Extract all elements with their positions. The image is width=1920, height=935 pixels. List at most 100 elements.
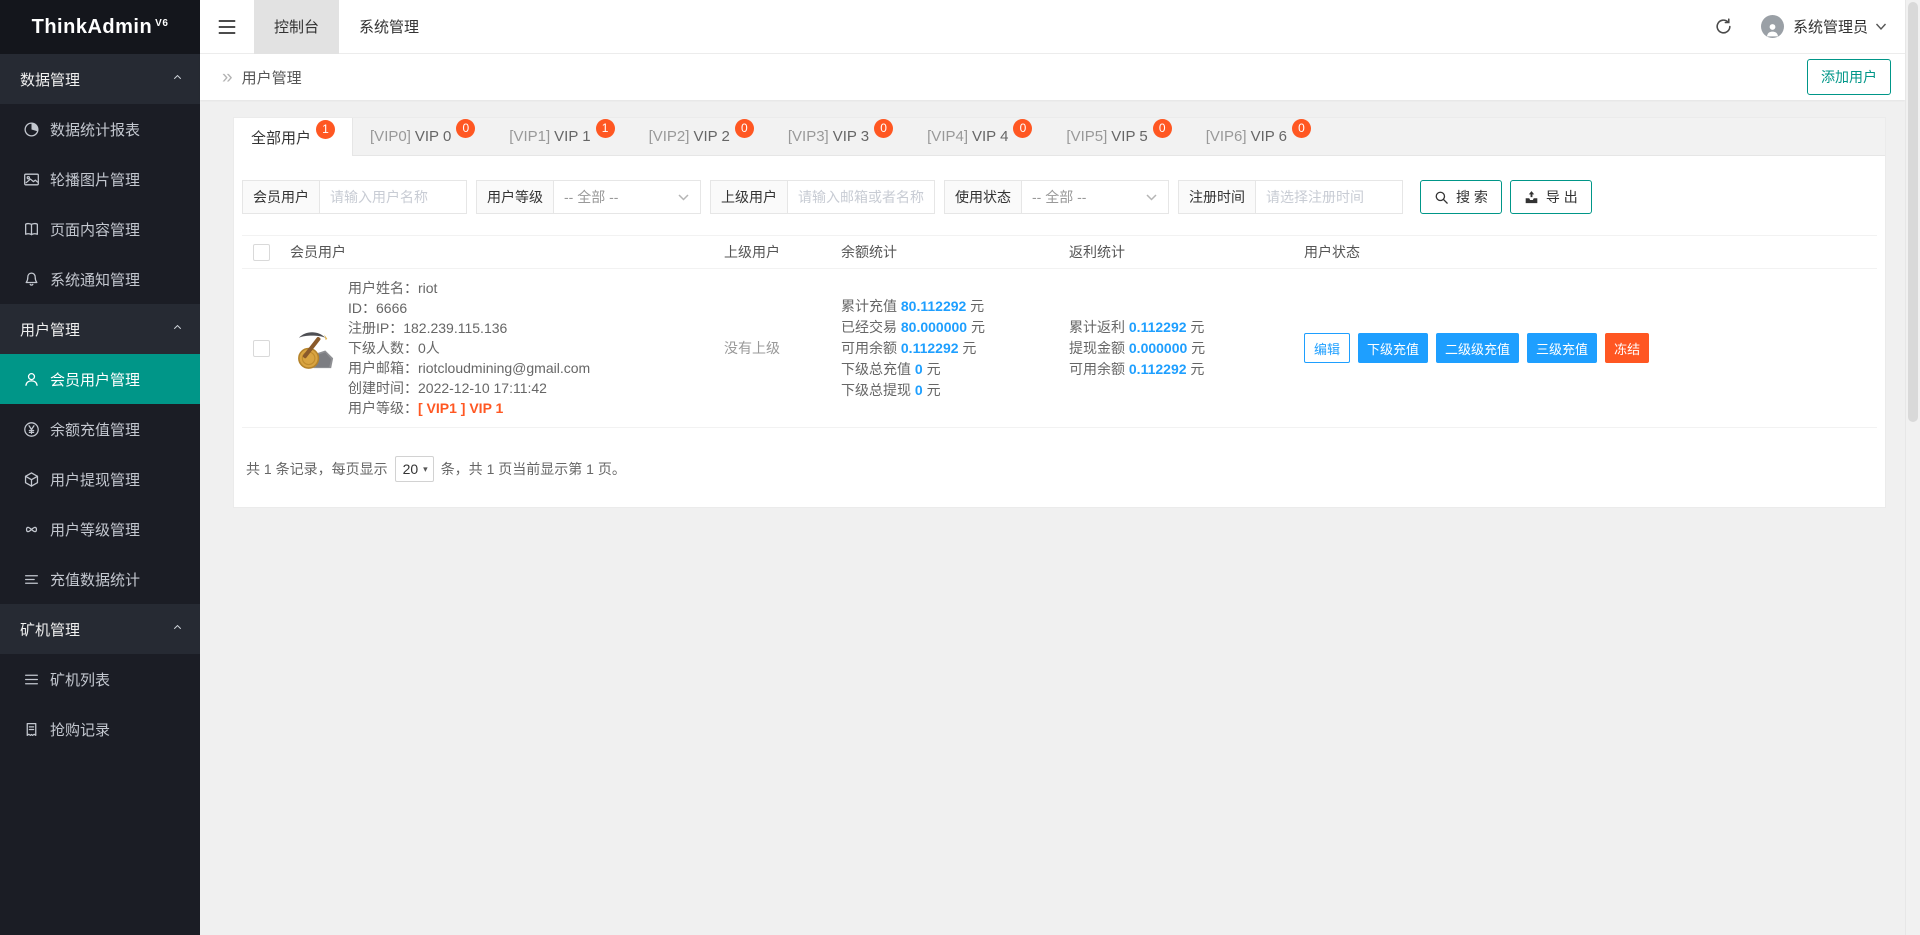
scrollbar-thumb[interactable]: [1908, 2, 1918, 422]
count-badge: 1: [316, 120, 335, 139]
tab-label: VIP 0: [415, 128, 451, 145]
tab-all-users[interactable]: 全部用户 1: [234, 118, 353, 156]
section-title: 数据管理: [20, 69, 80, 90]
freeze-button[interactable]: 冻结: [1605, 333, 1649, 363]
level2-recharge-button[interactable]: 二级级充值: [1436, 333, 1519, 363]
filter-label: 使用状态: [944, 180, 1022, 214]
export-button[interactable]: 导 出: [1510, 180, 1592, 214]
detail-line: 创建时间：2022-12-10 17:11:42: [348, 378, 590, 398]
chart-pie-icon: [23, 121, 40, 138]
sidebar-item-recharge-stats[interactable]: 充值数据统计: [0, 554, 200, 604]
sidebar-item-level[interactable]: 用户等级管理: [0, 504, 200, 554]
count-badge: 0: [1153, 119, 1172, 138]
column-header: 用户状态: [1304, 244, 1360, 260]
sidebar-item-page-content[interactable]: 页面内容管理: [0, 204, 200, 254]
sidebar-item-report[interactable]: 数据统计报表: [0, 104, 200, 154]
pagination-text: 共 1 条记录，每页显示: [246, 459, 388, 479]
tab-label: 全部用户: [251, 127, 311, 148]
tab-vip1[interactable]: [VIP1] VIP 1 1: [492, 118, 631, 155]
sidebar-item-miner-list[interactable]: 矿机列表: [0, 654, 200, 704]
chevron-up-icon: [171, 71, 184, 88]
section-title: 矿机管理: [20, 619, 80, 640]
receipt-icon: [23, 721, 40, 738]
sidebar-item-purchase-record[interactable]: 抢购记录: [0, 704, 200, 754]
sidebar-item-label: 会员用户管理: [50, 369, 140, 390]
column-header: 余额统计: [841, 244, 897, 260]
sidebar-section-miner[interactable]: 矿机管理: [0, 604, 200, 654]
detail-line: ID：6666: [348, 298, 590, 318]
search-button[interactable]: 搜 索: [1420, 180, 1502, 214]
breadcrumb-icon: »: [222, 68, 233, 87]
sub-recharge-button[interactable]: 下级充值: [1358, 333, 1428, 363]
row-checkbox[interactable]: [253, 340, 270, 357]
tab-vip3[interactable]: [VIP3] VIP 3 0: [771, 118, 910, 155]
add-user-button[interactable]: 添加用户: [1807, 59, 1891, 95]
member-name-input[interactable]: [320, 180, 467, 214]
detail-line: 用户邮箱：riotcloudmining@gmail.com: [348, 358, 590, 378]
count-badge: 0: [874, 119, 893, 138]
detail-line-level: 用户等级：[ VIP1 ] VIP 1: [348, 398, 590, 418]
bell-icon: [23, 271, 40, 288]
sidebar-item-notice[interactable]: 系统通知管理: [0, 254, 200, 304]
parent-user-input[interactable]: [788, 180, 935, 214]
per-page-select[interactable]: 20 ▾: [395, 456, 434, 482]
filter-level: 用户等级 -- 全部 --: [476, 180, 701, 214]
tab-label: VIP 1: [554, 128, 590, 145]
tab-prefix: [VIP0]: [370, 128, 411, 145]
level-select[interactable]: -- 全部 --: [554, 180, 701, 214]
logo-text: ThinkAdmin: [32, 16, 153, 39]
app-logo: ThinkAdminV6: [0, 0, 200, 54]
export-label: 导 出: [1546, 187, 1578, 207]
chevron-up-icon: [171, 321, 184, 338]
status-select[interactable]: -- 全部 --: [1022, 180, 1169, 214]
avatar[interactable]: [1761, 15, 1784, 38]
count-badge: 1: [596, 119, 615, 138]
filter-status: 使用状态 -- 全部 --: [944, 180, 1169, 214]
topbar-tab-console[interactable]: 控制台: [254, 0, 339, 54]
parent-user-value: 没有上级: [724, 340, 780, 356]
filter-label: 用户等级: [476, 180, 554, 214]
tab-vip0[interactable]: [VIP0] VIP 0 0: [353, 118, 492, 155]
level3-recharge-button[interactable]: 三级充值: [1527, 333, 1597, 363]
hamburger-icon[interactable]: [200, 17, 254, 37]
scrollbar[interactable]: [1905, 0, 1920, 935]
register-time-input[interactable]: [1256, 180, 1403, 214]
sidebar-item-withdraw[interactable]: 用户提现管理: [0, 454, 200, 504]
sidebar-section-user[interactable]: 用户管理: [0, 304, 200, 354]
rebate-stats: 累计返利 0.112292 元 提现金额 0.000000 元 可用余额 0.1…: [1061, 317, 1296, 380]
current-user-name[interactable]: 系统管理员: [1793, 16, 1868, 37]
yen-icon: [23, 421, 40, 438]
user-detail-block: 用户姓名：riot ID：6666 注册IP：182.239.115.136 下…: [348, 278, 590, 418]
topbar-tab-system[interactable]: 系统管理: [339, 0, 439, 54]
stats-icon: [23, 571, 40, 588]
sidebar-item-label: 用户等级管理: [50, 519, 140, 540]
refresh-icon[interactable]: [1714, 17, 1733, 36]
tab-vip5[interactable]: [VIP5] VIP 5 0: [1049, 118, 1188, 155]
tab-prefix: [VIP3]: [788, 128, 829, 145]
table-row: 用户姓名：riot ID：6666 注册IP：182.239.115.136 下…: [242, 269, 1877, 428]
count-badge: 0: [1013, 119, 1032, 138]
filter-regtime: 注册时间: [1178, 180, 1403, 214]
edit-button[interactable]: 编辑: [1304, 333, 1350, 363]
filter-label: 上级用户: [710, 180, 788, 214]
vip-level-value: [ VIP1 ] VIP 1: [418, 400, 503, 416]
sidebar-item-recharge[interactable]: 余额充值管理: [0, 404, 200, 454]
cube-icon: [23, 471, 40, 488]
tab-vip6[interactable]: [VIP6] VIP 6 0: [1189, 118, 1328, 155]
sidebar-section-data[interactable]: 数据管理: [0, 54, 200, 104]
sidebar-item-member-users[interactable]: 会员用户管理: [0, 354, 200, 404]
filter-member: 会员用户: [242, 180, 467, 214]
section-title: 用户管理: [20, 319, 80, 340]
tab-vip4[interactable]: [VIP4] VIP 4 0: [910, 118, 1049, 155]
image-icon: [23, 171, 40, 188]
balance-stats: 累计充值 80.112292 元 已经交易 80.000000 元 可用余额 0…: [833, 296, 1061, 401]
tab-vip2[interactable]: [VIP2] VIP 2 0: [632, 118, 771, 155]
select-all-checkbox[interactable]: [253, 244, 270, 261]
chevron-down-icon: ▾: [423, 464, 428, 475]
page-title: 用户管理: [242, 67, 302, 88]
chevron-down-icon[interactable]: [1875, 22, 1887, 31]
sidebar-item-carousel[interactable]: 轮播图片管理: [0, 154, 200, 204]
select-value: -- 全部 --: [564, 187, 618, 207]
detail-line: 注册IP：182.239.115.136: [348, 318, 590, 338]
logo-version: V6: [155, 18, 168, 29]
